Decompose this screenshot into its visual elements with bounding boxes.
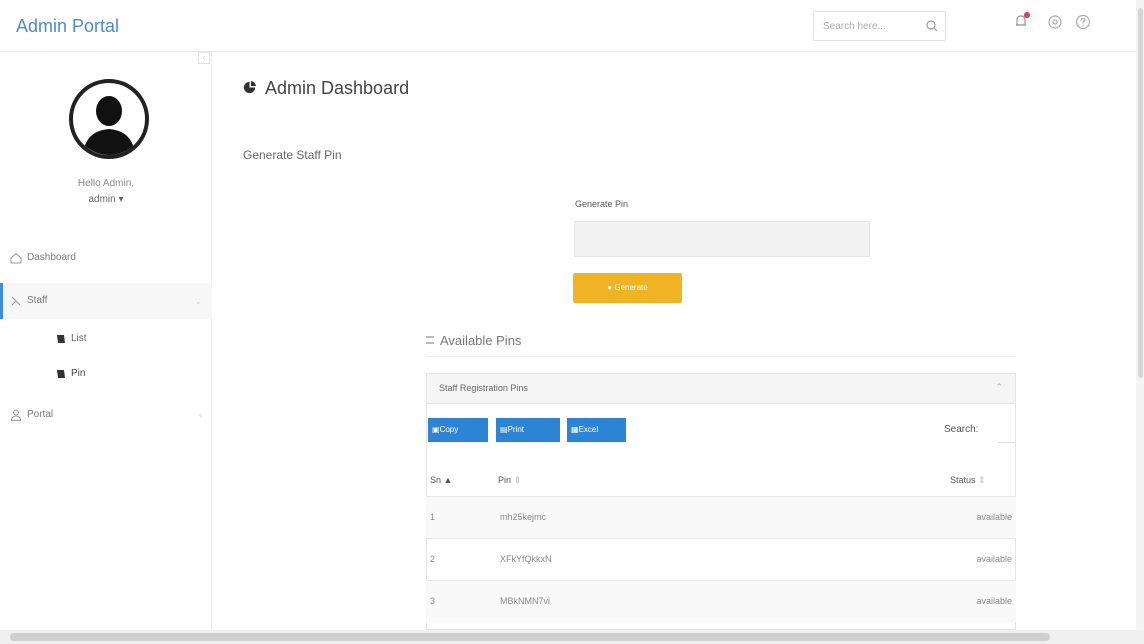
horizontal-scrollbar-thumb[interactable] — [10, 633, 1050, 641]
column-header-pin[interactable]: Pin ⇕ — [498, 475, 521, 486]
panel-title: Staff Registration Pins — [439, 383, 528, 393]
copy-button[interactable]: ▣Copy — [428, 418, 488, 442]
sidebar-item-dashboard[interactable]: Dashboard — [0, 240, 212, 276]
sort-asc-icon: ▲ — [443, 475, 453, 485]
help-icon[interactable] — [1074, 13, 1092, 31]
cell-status: available — [976, 596, 1012, 606]
sidebar-subitem-label: List — [71, 333, 87, 344]
cell-pin: MBkNMN7vi — [500, 596, 551, 606]
cell-sn: 3 — [430, 596, 436, 606]
cell-status: available — [976, 554, 1012, 564]
print-button[interactable]: ▤Print — [496, 418, 560, 442]
cell-pin: XFkYfQkkxN — [500, 554, 552, 564]
sidebar-item-label: Staff — [27, 295, 48, 306]
book-icon — [57, 335, 65, 343]
table-row: 1 mh25kejmc available — [426, 496, 1016, 538]
table-search-input[interactable] — [998, 413, 1016, 443]
table-search-label: Search: — [944, 424, 979, 435]
vertical-scrollbar-thumb[interactable] — [1138, 8, 1143, 378]
settings-icon[interactable] — [1046, 13, 1064, 31]
available-pins-heading: Available Pins — [426, 333, 521, 348]
chevron-down-icon: ⌄ — [194, 296, 202, 306]
excel-button-label: Excel — [578, 425, 599, 434]
column-label: Pin — [498, 475, 512, 485]
generate-pin-field[interactable] — [574, 221, 870, 257]
user-icon — [10, 409, 22, 421]
home-icon — [10, 252, 22, 264]
sort-icon: ⇕ — [513, 475, 522, 485]
header-search-input[interactable] — [814, 12, 924, 40]
sidebar-item-label: Portal — [27, 409, 54, 420]
generate-pin-label: Generate Pin — [575, 199, 629, 209]
column-label: Status — [950, 475, 976, 485]
chevron-left-icon: ‹ — [199, 410, 202, 420]
user-silhouette-icon — [83, 96, 135, 155]
search-icon[interactable] — [925, 19, 939, 33]
available-pins-title: Available Pins — [440, 333, 522, 348]
column-header-sn[interactable]: Sn ▲ — [430, 475, 452, 485]
chevron-up-icon[interactable]: ⌃ — [995, 382, 1003, 393]
copy-button-label: Copy — [439, 425, 459, 434]
sidebar-subitem-list[interactable]: List — [0, 327, 212, 351]
avatar[interactable] — [69, 79, 149, 159]
table-row: 3 MBkNMN7vi available — [426, 580, 1016, 622]
brand-title[interactable]: Admin Portal — [16, 16, 119, 37]
print-button-label: Print — [507, 425, 525, 434]
list-icon — [426, 336, 434, 344]
sidebar-subitem-label: Pin — [71, 368, 86, 379]
cell-sn: 1 — [430, 512, 436, 522]
section-title: Generate Staff Pin — [243, 148, 342, 162]
generate-button[interactable]: ● Generate — [573, 273, 682, 303]
cell-status: available — [976, 512, 1012, 522]
page-title: Admin Dashboard — [265, 78, 410, 98]
cell-sn: 2 — [430, 554, 436, 564]
print-icon: ▤ — [500, 425, 508, 434]
top-navbar: Admin Portal — [0, 0, 1144, 52]
excel-icon: ▦ — [571, 425, 579, 434]
panel-header[interactable]: Staff Registration Pins ⌃ — [427, 374, 1015, 404]
staff-icon — [11, 296, 21, 306]
column-label: Sn — [430, 475, 442, 485]
pie-chart-icon — [243, 80, 257, 94]
sort-icon: ⇕ — [978, 475, 986, 485]
excel-button[interactable]: ▦Excel — [567, 418, 626, 442]
sidebar-item-portal[interactable]: Portal ‹ — [0, 397, 212, 433]
divider — [426, 356, 1016, 357]
user-menu-toggle[interactable]: admin ▾ — [0, 194, 212, 205]
cell-pin: mh25kejmc — [500, 512, 547, 522]
generate-icon: ● — [607, 283, 613, 292]
sidebar-collapse-button[interactable]: ‹ — [198, 52, 210, 64]
book-icon — [57, 370, 65, 378]
column-header-status[interactable]: Status ⇕ — [950, 475, 986, 486]
header-search[interactable] — [813, 11, 946, 41]
sidebar-subitem-pin[interactable]: Pin — [0, 362, 212, 386]
sidebar-item-staff[interactable]: Staff ⌄ — [0, 283, 212, 319]
table-row: 2 XFkYfQkkxN available — [426, 538, 1016, 580]
sidebar-item-label: Dashboard — [27, 252, 76, 263]
sidebar-greeting: Hello Admin, — [77, 178, 135, 189]
generate-button-label: Generate — [614, 283, 648, 292]
copy-icon: ▣ — [432, 425, 440, 434]
notification-dot — [1024, 12, 1030, 18]
